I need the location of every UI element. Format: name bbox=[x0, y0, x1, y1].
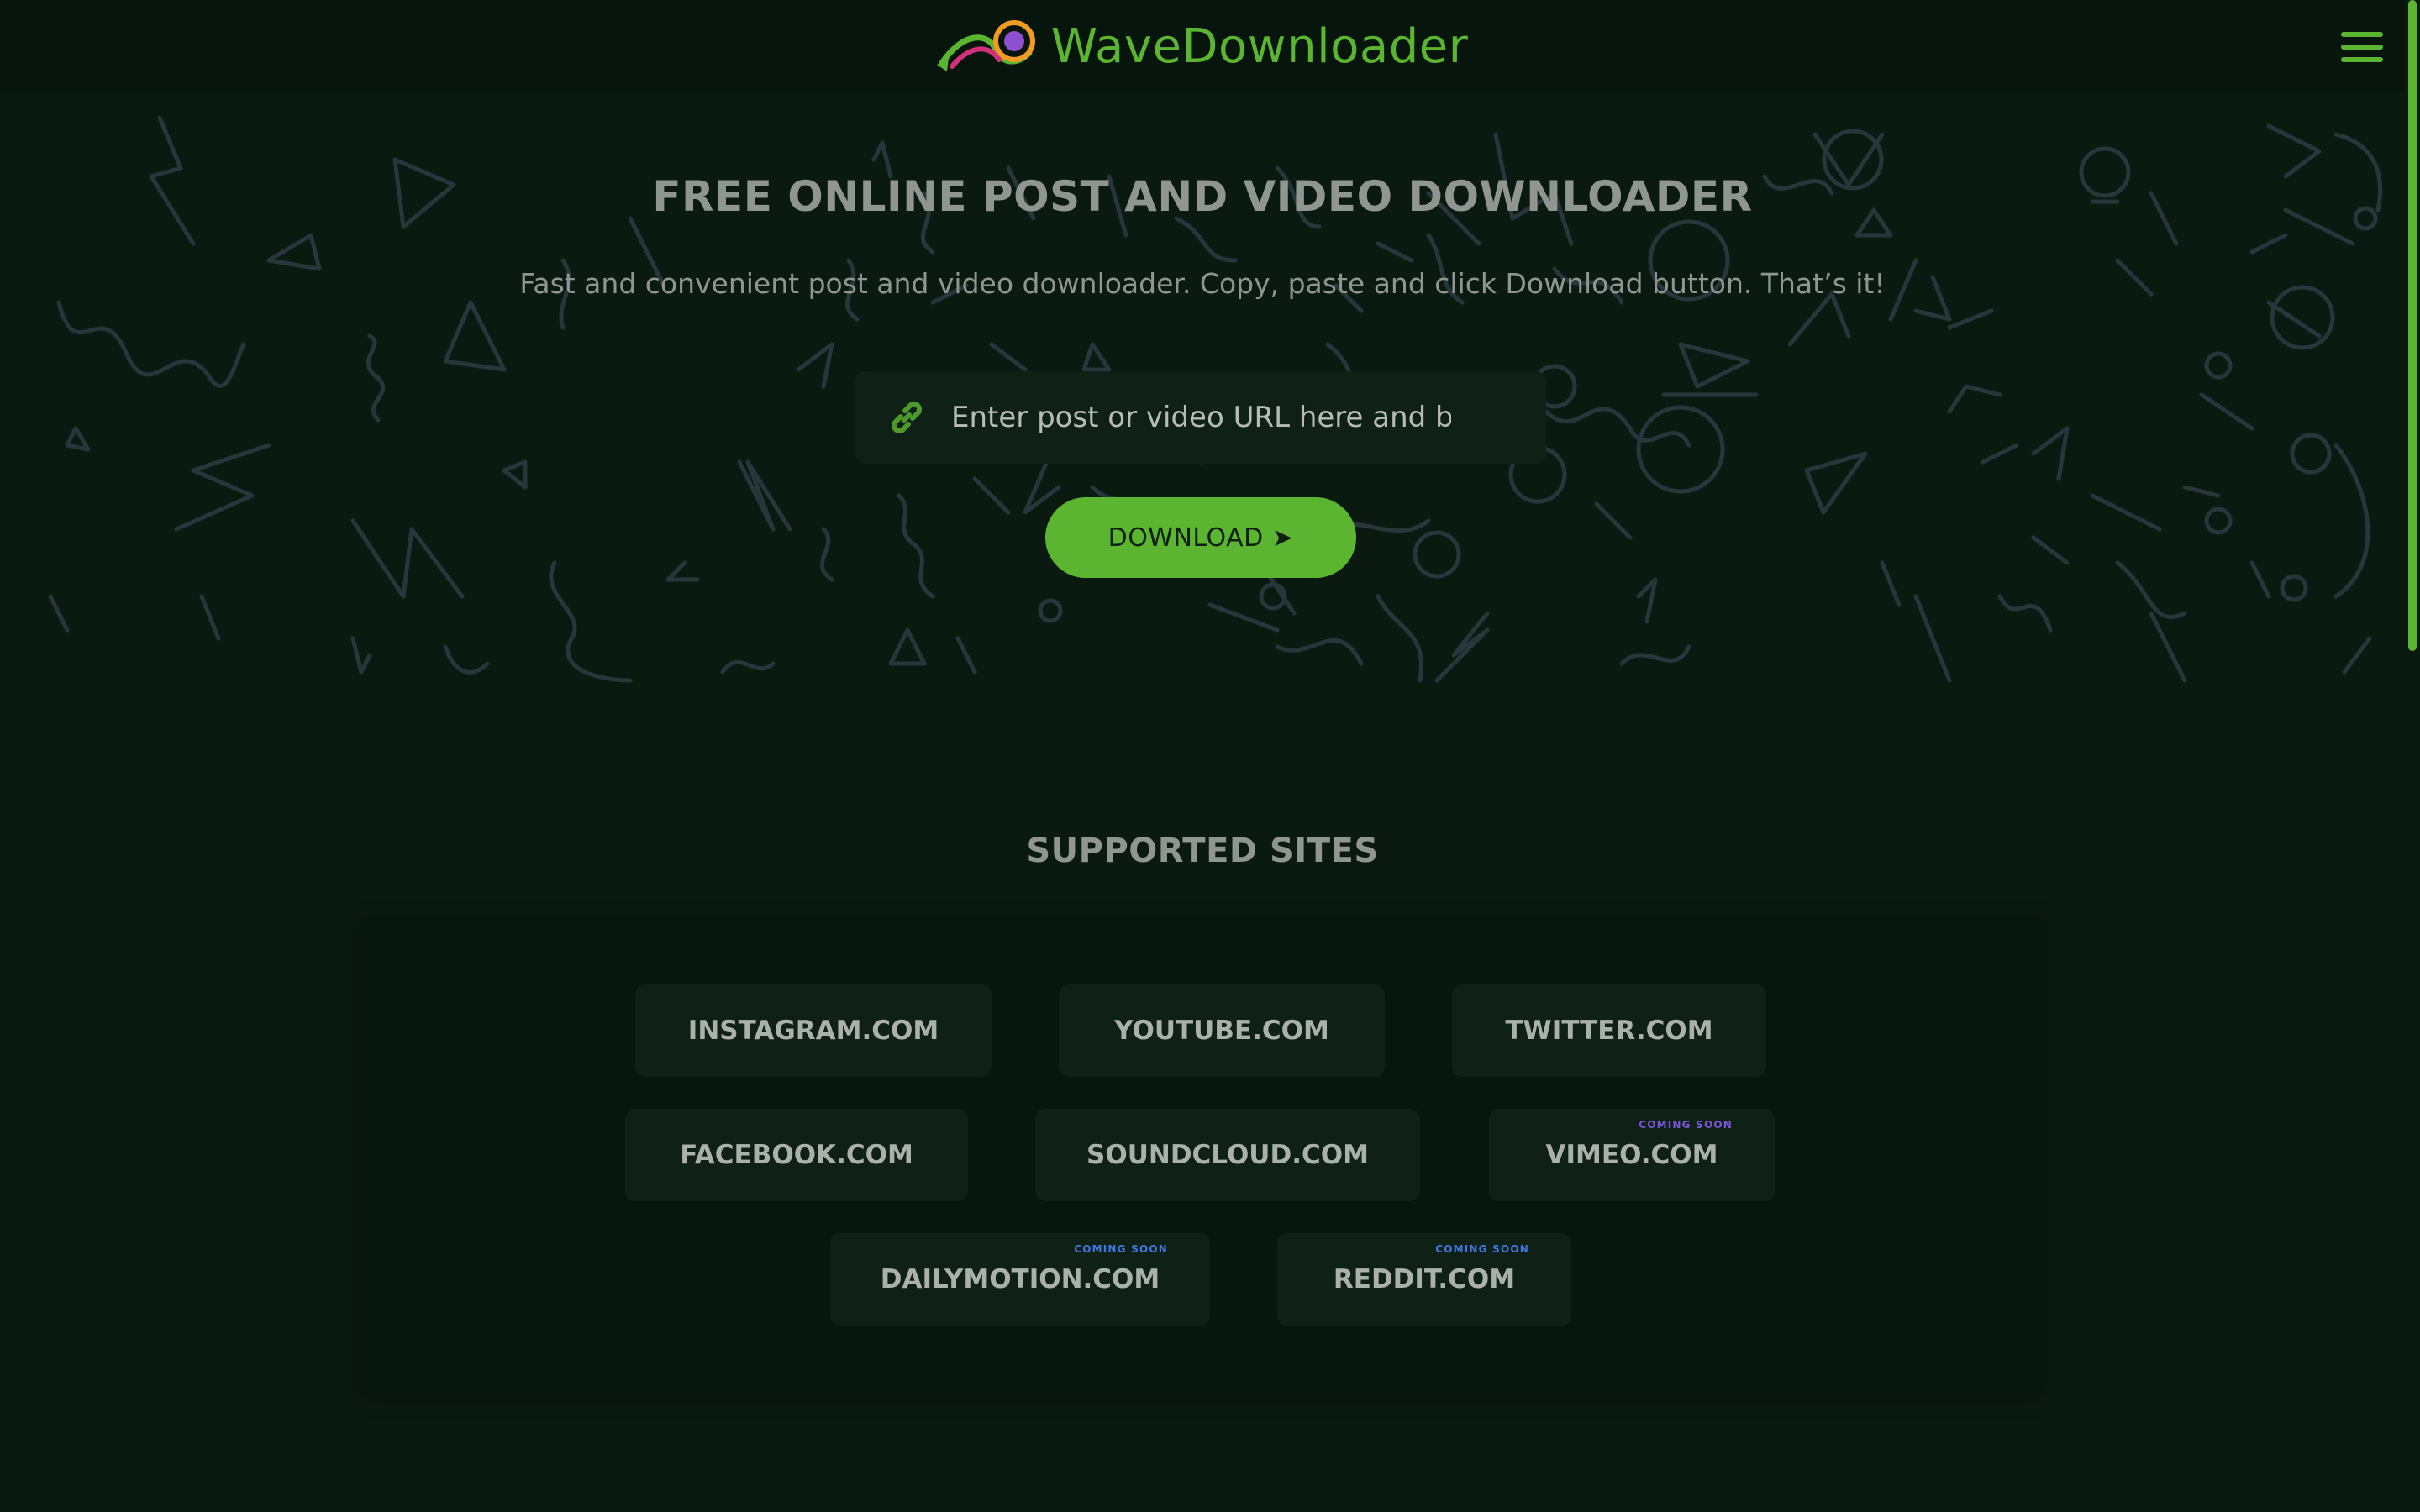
supported-sites-panel: INSTAGRAM.COM YOUTUBE.COM TWITTER.COM FA… bbox=[360, 916, 2044, 1393]
hero-section: FREE ONLINE POST AND VIDEO DOWNLOADER Fa… bbox=[0, 92, 2405, 696]
site-label: FACEBOOK.COM bbox=[680, 1140, 913, 1170]
download-button-label: DOWNLOAD bbox=[1107, 522, 1264, 553]
site-label: SOUNDCLOUD.COM bbox=[1086, 1140, 1369, 1170]
supported-sites-title: SUPPORTED SITES bbox=[1026, 832, 1379, 870]
brand-name: WaveDownloader bbox=[1050, 18, 1469, 74]
site-instagram[interactable]: INSTAGRAM.COM bbox=[635, 984, 992, 1077]
site-label: YOUTUBE.COM bbox=[1114, 1016, 1329, 1046]
hamburger-menu-icon[interactable] bbox=[2341, 32, 2383, 62]
site-vimeo[interactable]: COMING SOON VIMEO.COM bbox=[1489, 1109, 1775, 1201]
top-header: WaveDownloader bbox=[0, 0, 2405, 92]
site-youtube[interactable]: YOUTUBE.COM bbox=[1059, 984, 1385, 1077]
arrow-right-icon: ➤ bbox=[1271, 522, 1294, 553]
scrollbar-thumb[interactable] bbox=[2408, 0, 2417, 651]
site-reddit[interactable]: COMING SOON REDDIT.COM bbox=[1277, 1233, 1571, 1326]
page: WaveDownloader FREE ONLINE POST AND VIDE… bbox=[0, 0, 2420, 1512]
site-label: VIMEO.COM bbox=[1545, 1140, 1718, 1170]
site-facebook[interactable]: FACEBOOK.COM bbox=[625, 1109, 968, 1201]
url-input[interactable] bbox=[951, 401, 1451, 434]
coming-soon-badge: COMING SOON bbox=[1639, 1119, 1733, 1131]
brand[interactable]: WaveDownloader bbox=[936, 16, 1469, 76]
site-label: DAILYMOTION.COM bbox=[880, 1264, 1160, 1294]
url-input-box[interactable] bbox=[855, 371, 1546, 464]
site-label: INSTAGRAM.COM bbox=[687, 1016, 939, 1046]
site-label: REDDIT.COM bbox=[1333, 1264, 1516, 1294]
hero-subtitle: Fast and convenient post and video downl… bbox=[519, 267, 1886, 300]
site-twitter[interactable]: TWITTER.COM bbox=[1452, 984, 1766, 1077]
page-scrollbar[interactable] bbox=[2405, 0, 2420, 1512]
coming-soon-badge: COMING SOON bbox=[1074, 1243, 1168, 1255]
link-icon bbox=[887, 398, 926, 437]
coming-soon-badge: COMING SOON bbox=[1435, 1243, 1529, 1255]
download-button[interactable]: DOWNLOAD ➤ bbox=[1045, 497, 1356, 578]
hero-title: FREE ONLINE POST AND VIDEO DOWNLOADER bbox=[652, 172, 1753, 221]
wave-logo-icon bbox=[936, 16, 1046, 76]
site-soundcloud[interactable]: SOUNDCLOUD.COM bbox=[1035, 1109, 1420, 1201]
site-dailymotion[interactable]: COMING SOON DAILYMOTION.COM bbox=[830, 1233, 1210, 1326]
site-label: TWITTER.COM bbox=[1505, 1016, 1713, 1046]
